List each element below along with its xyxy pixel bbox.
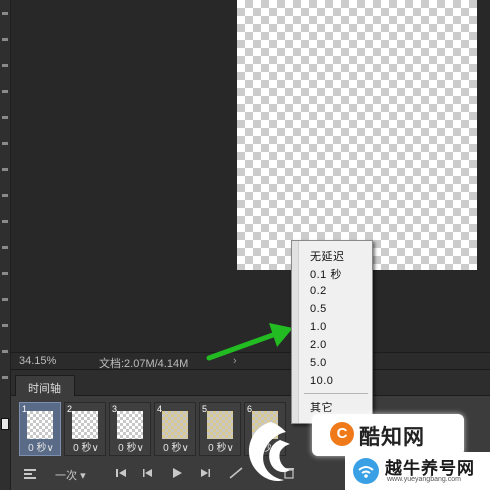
play-icon[interactable] [171, 467, 183, 482]
tool-icon[interactable] [2, 12, 8, 15]
animation-frame[interactable]: 4 0 秒∨ [154, 402, 196, 456]
menu-item-delay[interactable]: 1.0 [310, 321, 327, 333]
tool-icon[interactable] [2, 272, 8, 275]
animation-frame[interactable]: 1 0 秒∨ [19, 402, 61, 456]
tool-icon[interactable] [2, 298, 8, 301]
frame-delay[interactable]: 0 秒∨ [22, 439, 60, 454]
animation-frame[interactable]: 2 0 秒∨ [64, 402, 106, 456]
tool-icon[interactable] [2, 324, 8, 327]
watermark-logo-icon [248, 422, 290, 482]
tool-icon[interactable] [2, 116, 8, 119]
frame-thumbnail [117, 411, 143, 439]
menu-separator [304, 393, 368, 394]
green-arrow-icon [206, 323, 293, 361]
frame-thumbnail [27, 411, 53, 439]
tab-timeline[interactable]: 时间轴 [15, 375, 75, 396]
animation-frame[interactable]: 5 0 秒∨ [199, 402, 241, 456]
frame-delay-menu: 无延迟 0.1 秒 0.2 0.5 1.0 2.0 5.0 10.0 其它 [291, 240, 373, 424]
tool-icon[interactable] [2, 246, 8, 249]
color-swatch[interactable] [1, 418, 9, 430]
tool-icon[interactable] [2, 376, 8, 379]
next-frame-icon[interactable] [199, 467, 211, 482]
tools-panel [0, 0, 11, 490]
animation-frame[interactable]: 3 0 秒∨ [109, 402, 151, 456]
kuzhi-badge-icon: C [330, 422, 354, 446]
watermark-yueniu: 越牛养号网 www.yueyangbang.com [345, 452, 490, 490]
watermark-url: www.yueyangbang.com [387, 476, 461, 483]
timeline-tabbar: 时间轴 [11, 370, 490, 396]
menu-item-delay[interactable]: 5.0 [310, 357, 327, 369]
chevron-down-icon: ▾ [80, 470, 86, 482]
frame-delay[interactable]: 0 秒∨ [202, 439, 240, 454]
loop-options-label: 一次 [55, 470, 77, 482]
tool-icon[interactable] [2, 38, 8, 41]
menu-item-delay[interactable]: 10.0 [310, 375, 333, 387]
frame-thumbnail [162, 411, 188, 439]
menu-item-delay[interactable]: 2.0 [310, 339, 327, 351]
frame-thumbnail [207, 411, 233, 439]
frame-delay[interactable]: 0 秒∨ [67, 439, 105, 454]
menu-item-no-delay[interactable]: 无延迟 [310, 248, 345, 264]
wifi-logo-icon [353, 458, 379, 484]
watermark-brand-name: 酷知网 [359, 426, 425, 449]
menu-item-delay[interactable]: 0.1 秒 [310, 266, 342, 282]
frame-delay[interactable]: 0 秒∨ [112, 439, 150, 454]
workspace [11, 0, 490, 352]
frame-thumbnail [72, 411, 98, 439]
tool-icon[interactable] [2, 90, 8, 93]
tool-icon[interactable] [2, 168, 8, 171]
tool-icon[interactable] [2, 194, 8, 197]
menu-item-other[interactable]: 其它 [310, 399, 333, 415]
panel-menu-icon[interactable] [23, 467, 37, 484]
watermark-kuzhi: C 酷知网 [312, 414, 464, 456]
zoom-level[interactable]: 34.15% [19, 355, 56, 367]
tool-icon[interactable] [2, 142, 8, 145]
tool-icon[interactable] [2, 350, 8, 353]
frame-delay[interactable]: 0 秒∨ [157, 439, 195, 454]
loop-options-select[interactable]: 一次 ▾ [55, 467, 86, 483]
transparent-canvas[interactable] [237, 0, 477, 270]
tool-icon[interactable] [2, 220, 8, 223]
tool-icon[interactable] [2, 64, 8, 67]
menu-item-delay[interactable]: 0.5 [310, 303, 327, 315]
menu-item-delay[interactable]: 0.2 [310, 285, 327, 297]
previous-frame-icon[interactable] [142, 467, 154, 482]
menu-gutter [292, 241, 299, 423]
first-frame-icon[interactable] [115, 467, 127, 482]
